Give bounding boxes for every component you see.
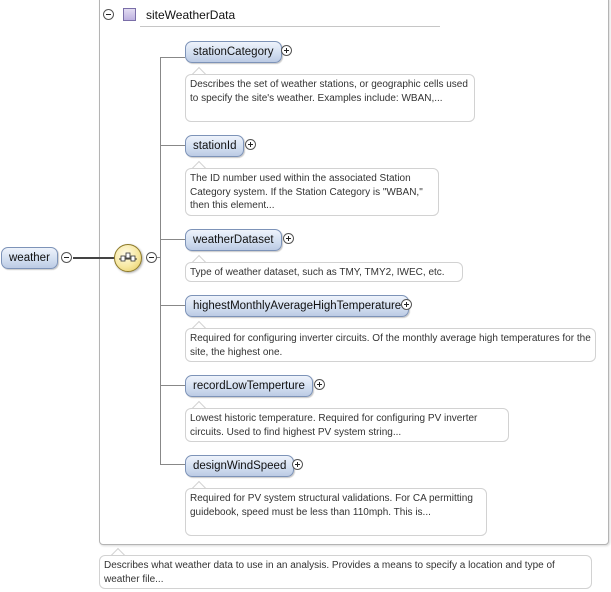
expand-weatherDataset-icon[interactable] — [283, 233, 294, 244]
doc-highestMonthlyAverageHighTemperature: Required for configuring inverter circui… — [185, 328, 596, 362]
doc-recordLowTemperture: Lowest historic temperature. Required fo… — [185, 408, 509, 442]
doc-root-weather: Describes what weather data to use in an… — [99, 555, 592, 589]
collapse-root-icon[interactable] — [61, 252, 72, 263]
doc-stationId: The ID number used within the associated… — [185, 168, 439, 216]
element-stationCategory[interactable]: stationCategory — [185, 41, 282, 63]
complex-type-title: siteWeatherData — [146, 8, 236, 22]
doc-stationCategory: Describes the set of weather stations, o… — [185, 74, 475, 122]
sequence-compositor[interactable] — [114, 244, 142, 272]
branch-line — [160, 464, 185, 465]
root-connector — [73, 257, 115, 259]
branch-line — [160, 57, 185, 58]
branch-line — [160, 385, 185, 386]
branch-line — [160, 305, 185, 306]
expand-designWindSpeed-icon[interactable] — [292, 459, 303, 470]
collapse-sequence-icon[interactable] — [146, 252, 157, 263]
element-weatherDataset[interactable]: weatherDataset — [185, 229, 282, 251]
complex-type-icon — [123, 8, 136, 21]
branch-line — [160, 239, 185, 240]
expand-recordLowTemperture-icon[interactable] — [314, 379, 325, 390]
collapse-complex-type-icon[interactable] — [103, 9, 114, 20]
expand-stationId-icon[interactable] — [245, 139, 256, 150]
sequence-trunk-line — [160, 57, 161, 464]
element-highestMonthlyAverageHighTemperature[interactable]: highestMonthlyAverageHighTemperature — [185, 295, 410, 317]
element-recordLowTemperture[interactable]: recordLowTemperture — [185, 375, 313, 397]
doc-designWindSpeed: Required for PV system structural valida… — [185, 488, 487, 536]
expand-highestMonthlyAverageHighTemperature-icon[interactable] — [401, 299, 412, 310]
element-stationId[interactable]: stationId — [185, 135, 245, 157]
frame-header-divider — [140, 26, 440, 27]
root-element-weather[interactable]: weather — [1, 247, 58, 269]
expand-stationCategory-icon[interactable] — [281, 45, 292, 56]
sequence-stub — [157, 257, 161, 258]
branch-line — [160, 145, 185, 146]
sequence-icon — [119, 252, 137, 262]
doc-weatherDataset: Type of weather dataset, such as TMY, TM… — [185, 262, 463, 282]
element-designWindSpeed[interactable]: designWindSpeed — [185, 455, 295, 477]
